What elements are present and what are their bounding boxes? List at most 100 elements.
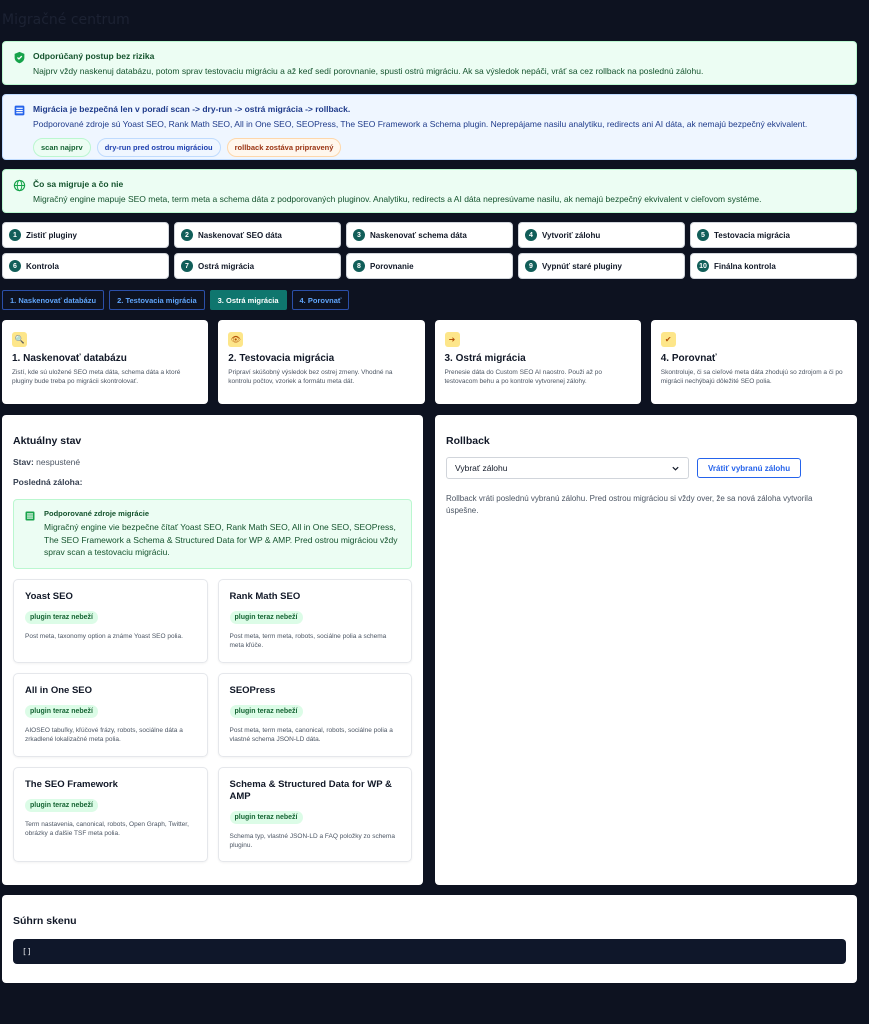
- phase-desc: Skontroluje, či sa cieľové meta dáta zho…: [660, 369, 843, 385]
- shield-icon: [14, 51, 25, 64]
- notice-order: Migrácia je bezpečná len v poradí scan -…: [2, 94, 857, 160]
- state-value: nespustené: [36, 457, 81, 467]
- support-title: Podporované zdroje migrácie: [44, 509, 150, 518]
- step-number: 7: [181, 260, 193, 272]
- rollback-desc: Rollback vráti poslednú vybranú zálohu. …: [446, 494, 813, 515]
- notice-scope: Čo sa migruje a čo nie Migračný engine m…: [2, 169, 857, 213]
- phase-list: 🔍 1. Naskenovať databázu Zistí, kde sú u…: [2, 320, 857, 404]
- step-label: Ostrá migrácia: [198, 261, 255, 271]
- step-label: Finálna kontrola: [714, 261, 776, 271]
- database-icon: [25, 511, 35, 521]
- status-badge: plugin teraz nebeží: [229, 704, 303, 718]
- step-item[interactable]: 3 Naskenovať schema dáta: [346, 222, 513, 248]
- step-item[interactable]: 5 Testovacia migrácia: [690, 222, 857, 248]
- step-number: 3: [353, 229, 365, 241]
- step-item[interactable]: 7 Ostrá migrácia: [174, 253, 341, 279]
- step-label: Naskenovať SEO dáta: [198, 230, 282, 240]
- rollback-panel: Rollback Vybrať zálohu Vrátiť vybranú zá…: [435, 415, 857, 885]
- status-heading: Aktuálny stav: [13, 435, 82, 447]
- step-item[interactable]: 2 Naskenovať SEO dáta: [174, 222, 341, 248]
- plugin-desc: Post meta, term meta, robots, sociálne p…: [229, 632, 387, 650]
- step-label: Kontrola: [26, 261, 59, 271]
- step-item[interactable]: 10 Finálna kontrola: [690, 253, 857, 279]
- tab-bar: 1. Naskenovať databázu 2. Testovacia mig…: [2, 290, 350, 310]
- status-backup: Posledná záloha:: [13, 477, 412, 487]
- notice-body: Najprv vždy naskenuj databázu, potom spr…: [33, 66, 704, 76]
- step-item[interactable]: 1 Zistiť pluginy: [2, 222, 169, 248]
- status-badge: plugin teraz nebeží: [25, 704, 99, 718]
- status-panel: Aktuálny stav Stav: nespustené Posledná …: [2, 415, 423, 885]
- support-notice: Podporované zdroje migrácie Migračný eng…: [13, 499, 412, 569]
- support-body: Migračný engine vie bezpečne čítať Yoast…: [44, 522, 398, 557]
- step-item[interactable]: 8 Porovnanie: [346, 253, 513, 279]
- phase-card: ➜ 3. Ostrá migrácia Prenesie dáta do Cus…: [434, 320, 641, 404]
- backup-select-value: Vybrať zálohu: [455, 463, 508, 473]
- step-number: 1: [9, 229, 21, 241]
- phase-title: 4. Porovnať: [660, 353, 717, 364]
- phase-card: 🔍 1. Naskenovať databázu Zistí, kde sú u…: [2, 320, 209, 404]
- step-number: 2: [181, 229, 193, 241]
- chip-dry-run: dry-run pred ostrou migráciou: [96, 138, 221, 157]
- tab-live-migration[interactable]: 3. Ostrá migrácia: [209, 290, 287, 310]
- summary-code: []: [13, 939, 846, 964]
- page-title: Migračné centrum: [2, 12, 130, 28]
- step-item[interactable]: 4 Vytvoriť zálohu: [518, 222, 685, 248]
- phase-title: 2. Testovacia migrácia: [228, 353, 335, 364]
- plugin-name: All in One SEO: [25, 684, 93, 696]
- tab-compare[interactable]: 4. Porovnať: [291, 290, 350, 310]
- plugin-name: Schema & Structured Data for WP & AMP: [229, 778, 392, 802]
- phase-desc: Pripraví skúšobný výsledok bez ostrej zm…: [228, 369, 393, 385]
- notice-body: Migračný engine mapuje SEO meta, term me…: [33, 194, 762, 204]
- plugin-card: Schema & Structured Data for WP & AMP pl…: [217, 766, 412, 862]
- step-label: Vypnúť staré pluginy: [542, 261, 622, 271]
- step-label: Vytvoriť zálohu: [542, 230, 601, 240]
- step-label: Testovacia migrácia: [714, 230, 790, 240]
- step-item[interactable]: 9 Vypnúť staré pluginy: [518, 253, 685, 279]
- step-label: Zistiť pluginy: [26, 230, 77, 240]
- notice-recommended: Odporúčaný postup bez rizika Najprv vždy…: [2, 41, 857, 85]
- backup-select[interactable]: Vybrať zálohu: [446, 457, 689, 479]
- plugin-card: The SEO Framework plugin teraz nebeží Te…: [13, 766, 208, 862]
- check-icon: ✔: [660, 332, 676, 347]
- plugin-desc: Post meta, taxonomy option a známe Yoast…: [25, 632, 183, 640]
- phase-card: ✔ 4. Porovnať Skontroluje, či sa cieľové…: [650, 320, 857, 404]
- export-icon: ➜: [444, 332, 460, 347]
- plugin-name: Yoast SEO: [25, 590, 73, 602]
- status-badge: plugin teraz nebeží: [25, 610, 99, 624]
- status-badge: plugin teraz nebeží: [229, 610, 303, 624]
- step-label: Porovnanie: [370, 261, 414, 271]
- rollback-controls: Vybrať zálohu Vrátiť vybranú zálohu: [446, 457, 846, 479]
- phase-card: 👁 2. Testovacia migrácia Pripraví skúšob…: [218, 320, 425, 404]
- summary-heading: Súhrn skenu: [13, 915, 77, 927]
- plugin-desc: Post meta, term meta, canonical, robots,…: [229, 726, 393, 744]
- state-label: Stav:: [13, 457, 34, 467]
- step-number: 8: [353, 260, 365, 272]
- plugin-desc: AIOSEO tabuľky, kľúčové frázy, robots, s…: [25, 726, 183, 744]
- restore-backup-button[interactable]: Vrátiť vybranú zálohu: [697, 458, 802, 478]
- tab-dry-run[interactable]: 2. Testovacia migrácia: [109, 290, 205, 310]
- tab-scan[interactable]: 1. Naskenovať databázu: [2, 290, 105, 310]
- chip-scan: scan najprv: [33, 138, 91, 157]
- step-number: 4: [525, 229, 537, 241]
- step-number: 9: [525, 260, 537, 272]
- status-badge: plugin teraz nebeží: [25, 798, 99, 812]
- phase-desc: Prenesie dáta do Custom SEO AI naostro. …: [444, 369, 603, 385]
- plugin-name: Rank Math SEO: [229, 590, 301, 602]
- plugin-card: Rank Math SEO plugin teraz nebeží Post m…: [217, 578, 412, 663]
- phase-title: 1. Naskenovať databázu: [12, 353, 127, 364]
- step-number: 10: [697, 260, 709, 272]
- phase-desc: Zistí, kde sú uložené SEO meta dáta, sch…: [12, 369, 181, 385]
- rollback-heading: Rollback: [446, 435, 490, 447]
- plugin-desc: Term nastavenia, canonical, robots, Open…: [25, 820, 189, 838]
- notice-title: Odporúčaný postup bez rizika: [33, 51, 155, 61]
- step-item[interactable]: 6 Kontrola: [2, 253, 169, 279]
- plugin-name: SEOPress: [229, 684, 276, 696]
- chevron-down-icon: [672, 466, 679, 471]
- notice-body: Podporované zdroje sú Yoast SEO, Rank Ma…: [33, 119, 808, 129]
- summary-panel: Súhrn skenu []: [2, 895, 857, 983]
- notice-title: Migrácia je bezpečná len v poradí scan -…: [33, 104, 351, 114]
- search-icon: 🔍: [12, 332, 27, 347]
- status-badge: plugin teraz nebeží: [229, 810, 303, 824]
- status-state: Stav: nespustené: [13, 457, 412, 467]
- step-number: 5: [697, 229, 709, 241]
